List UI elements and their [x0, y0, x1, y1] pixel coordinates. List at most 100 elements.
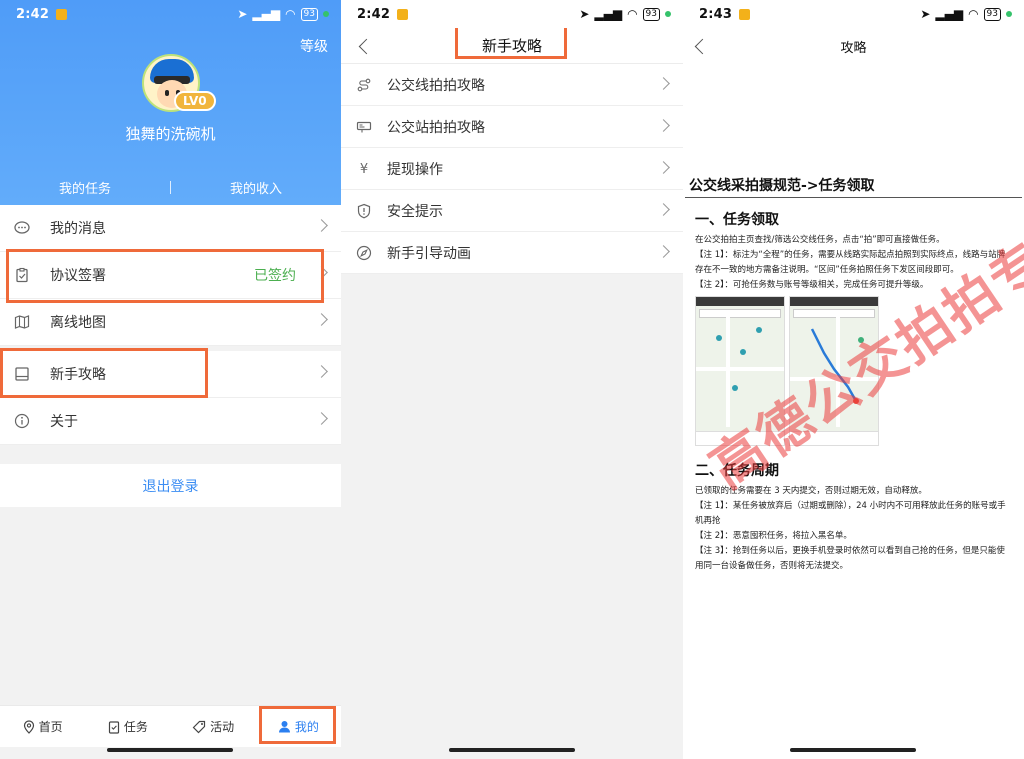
map-icon	[14, 314, 30, 330]
location-icon: ➤	[237, 7, 248, 21]
document-title: 公交线采拍摄规范->任务领取	[689, 178, 875, 194]
status-time: 2:42	[16, 6, 50, 22]
example-map-screenshot	[695, 296, 785, 446]
yen-icon: ¥	[359, 161, 369, 177]
level-link[interactable]: 等级	[300, 36, 328, 56]
person-icon	[278, 721, 290, 733]
bus-stop-icon	[356, 119, 372, 135]
guide-item-bus-stop[interactable]: 公交站拍拍攻略	[341, 106, 683, 148]
status-bar: 2:42 ➤ ▂▄▆ ◠ 93	[0, 0, 341, 28]
status-dot	[323, 11, 329, 17]
nav-bar: 新手攻略	[341, 28, 683, 64]
location-pin-icon	[23, 719, 34, 734]
status-bar: 2:42 ➤ ▂▄▆ ◠ 93	[341, 0, 683, 28]
wifi-icon: ◠	[627, 7, 638, 21]
notification-icon	[739, 8, 751, 20]
guide-document: 公交线采拍摄规范->任务领取 一、任务领取 在公交拍拍主页查找/筛选公交线任务，…	[683, 64, 1024, 746]
chevron-right-icon	[657, 161, 670, 174]
guide-item-safety[interactable]: 安全提示	[341, 190, 683, 232]
guide-list-screen: 2:42 ➤ ▂▄▆ ◠ 93 新手攻略 公交线拍拍攻略 公交站拍拍攻略 ¥ 提…	[341, 0, 683, 759]
nav-bar: 攻略	[683, 28, 1024, 64]
guide-list: 公交线拍拍攻略 公交站拍拍攻略 ¥ 提现操作 安全提示 新手引导动画	[341, 64, 683, 274]
tab-label: 任务	[123, 720, 148, 734]
section-heading: 二、任务周期	[695, 463, 779, 479]
info-icon	[14, 413, 30, 429]
clipboard-icon	[14, 267, 30, 283]
wifi-icon: ◠	[968, 7, 979, 21]
page-title: 攻略	[840, 41, 867, 56]
tag-icon	[192, 720, 206, 733]
status-time: 2:43	[699, 6, 733, 22]
status-time: 2:42	[357, 6, 391, 22]
tab-label: 我的	[294, 720, 319, 734]
menu-item-offline-map[interactable]: 离线地图	[0, 299, 341, 346]
title-divider	[685, 197, 1022, 198]
menu-item-label: 协议签署	[50, 268, 106, 284]
battery-icon: 93	[300, 7, 318, 21]
chevron-right-icon	[315, 365, 328, 378]
guide-item-label: 公交线拍拍攻略	[387, 77, 485, 94]
section-body: 已领取的任务需要在 3 天内提交，否则过期无效，自动释放。 【注 1】：某任务被…	[695, 484, 1013, 574]
tab-home[interactable]: 首页	[0, 706, 85, 747]
logout-button[interactable]: 退出登录	[0, 464, 341, 507]
signal-icon: ▂▄▆	[252, 7, 281, 21]
home-indicator	[107, 748, 233, 752]
menu-item-agreement[interactable]: 协议签署 已签约	[0, 252, 341, 299]
battery-icon: 93	[983, 7, 1001, 21]
example-screenshots	[695, 296, 879, 446]
section-body: 在公交拍拍主页查找/筛选公交线任务，点击“拍”即可直接做任务。 【注 1】：标注…	[695, 233, 1013, 293]
level-badge: LV0	[174, 91, 216, 111]
guide-item-bus-line[interactable]: 公交线拍拍攻略	[341, 64, 683, 106]
status-bar: 2:43 ➤ ▂▄▆ ◠ 93	[683, 0, 1024, 28]
my-tasks-link[interactable]: 我的任务	[0, 178, 170, 197]
book-icon	[14, 366, 30, 382]
home-indicator	[449, 748, 575, 752]
guide-item-label: 安全提示	[387, 203, 443, 220]
route-icon	[356, 77, 372, 93]
chevron-right-icon	[315, 266, 328, 279]
tab-label: 首页	[38, 720, 63, 734]
menu-item-label: 离线地图	[50, 315, 106, 331]
notification-icon	[56, 8, 68, 20]
menu-group-main: 我的消息 协议签署 已签约 离线地图	[0, 205, 341, 346]
tab-mine[interactable]: 我的	[256, 706, 341, 747]
guide-item-withdraw[interactable]: ¥ 提现操作	[341, 148, 683, 190]
my-income-link[interactable]: 我的收入	[171, 178, 341, 197]
location-icon: ➤	[579, 7, 590, 21]
menu-item-label: 新手攻略	[50, 367, 106, 383]
guide-item-animation[interactable]: 新手引导动画	[341, 232, 683, 274]
guide-item-label: 提现操作	[387, 161, 443, 178]
chevron-right-icon	[315, 219, 328, 232]
paragraph-line: 在公交拍拍主页查找/筛选公交线任务，点击“拍”即可直接做任务。	[695, 235, 945, 245]
guide-detail-screen: 2:43 ➤ ▂▄▆ ◠ 93 攻略 公交线采拍摄规范->任务领取 一、任务领取…	[683, 0, 1024, 759]
status-dot	[1006, 11, 1012, 17]
chevron-right-icon	[657, 245, 670, 258]
paragraph-line: 【注 2】：恶意囤积任务，将拉入黑名单。	[695, 531, 852, 541]
menu-item-guide[interactable]: 新手攻略	[0, 351, 341, 398]
compass-icon	[356, 245, 372, 261]
tab-label: 活动	[210, 720, 235, 734]
profile-screen: 2:42 ➤ ▂▄▆ ◠ 93 等级 LV0 独舞的洗碗机 我的任务 我的收入 …	[0, 0, 341, 759]
chevron-right-icon	[315, 313, 328, 326]
signal-icon: ▂▄▆	[935, 7, 964, 21]
menu-item-messages[interactable]: 我的消息	[0, 205, 341, 252]
menu-item-label: 我的消息	[50, 221, 106, 237]
paragraph-line: 【注 1】：某任务被放弃后（过期或删除），24 小时内不可用释放此任务的账号或手…	[695, 501, 1006, 526]
notification-icon	[397, 8, 409, 20]
tab-activities[interactable]: 活动	[171, 706, 256, 747]
bottom-tab-bar: 首页 任务 活动 我的	[0, 705, 341, 747]
user-name: 独舞的洗碗机	[125, 125, 216, 143]
location-icon: ➤	[920, 7, 931, 21]
paragraph-line: 【注 2】：可抢任务数与账号等级相关，完成任务可提升等级。	[695, 280, 929, 290]
menu-item-label: 关于	[50, 414, 78, 430]
signal-icon: ▂▄▆	[594, 7, 623, 21]
chevron-right-icon	[657, 203, 670, 216]
page-title: 新手攻略	[481, 37, 542, 55]
clipboard-icon	[108, 720, 119, 734]
paragraph-line: 【注 3】：抢到任务以后，更换手机登录时依然可以看到自己抢的任务，但是只能使用同…	[695, 546, 1005, 571]
guide-item-label: 公交站拍拍攻略	[387, 119, 485, 136]
menu-item-about[interactable]: 关于	[0, 398, 341, 445]
tab-tasks[interactable]: 任务	[85, 706, 170, 747]
paragraph-line: 已领取的任务需要在 3 天内提交，否则过期无效，自动释放。	[695, 486, 927, 496]
chevron-right-icon	[657, 119, 670, 132]
